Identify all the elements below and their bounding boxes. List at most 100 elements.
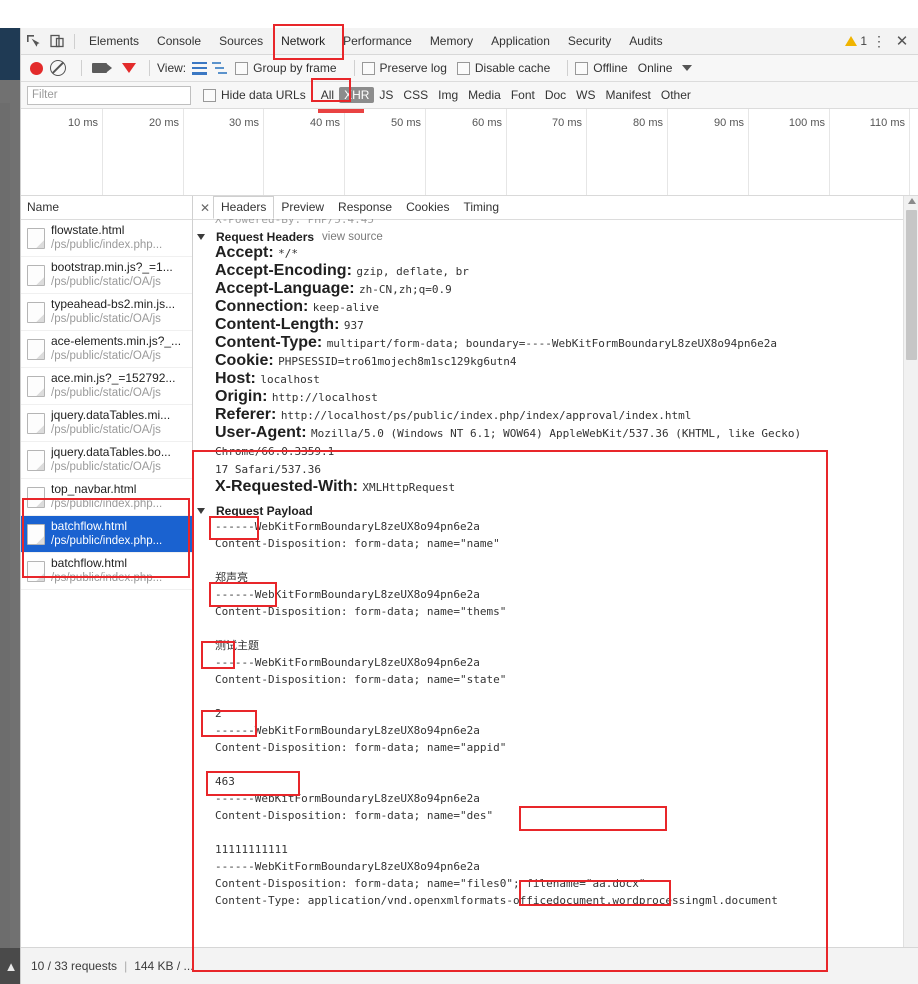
timeline-tick-label: 50 ms [391, 117, 421, 129]
filter-type-font[interactable]: Font [506, 88, 540, 102]
tab-headers[interactable]: Headers [213, 196, 275, 219]
tab-timing[interactable]: Timing [456, 197, 506, 218]
timeline-gridline [344, 109, 345, 195]
request-name: top_navbar.html [51, 482, 137, 497]
tab-security[interactable]: Security [559, 28, 620, 54]
tab-preview[interactable]: Preview [274, 197, 331, 218]
filter-type-all[interactable]: All [316, 88, 339, 102]
throttling-value[interactable]: Online [638, 61, 673, 75]
request-list-item[interactable]: ace.min.js?_=152792.../ps/public/static/… [21, 368, 192, 405]
filter-type-img[interactable]: Img [433, 88, 463, 102]
hide-data-urls-checkbox[interactable]: Hide data URLs [203, 88, 306, 102]
toolbar-divider [81, 60, 82, 76]
filter-type-js[interactable]: JS [374, 88, 398, 102]
request-list-item[interactable]: top_navbar.html/ps/public/index.php... [21, 479, 192, 516]
tab-sources[interactable]: Sources [210, 28, 272, 54]
payload-disposition-line: Content-Disposition: form-data; name="de… [215, 809, 494, 822]
offline-label: Offline [593, 61, 628, 75]
offline-checkbox[interactable]: Offline [575, 61, 628, 75]
timeline-gridline [263, 109, 264, 195]
funnel-icon[interactable] [122, 63, 136, 87]
scroll-to-top-button[interactable]: ▲ [0, 948, 22, 984]
payload-field-value: 郑声亮 [215, 571, 248, 584]
tab-memory[interactable]: Memory [421, 28, 482, 54]
timeline-tick-label: 40 ms [310, 117, 340, 129]
request-list-item[interactable]: flowstate.html/ps/public/index.php... [21, 220, 192, 257]
filter-type-media[interactable]: Media [463, 88, 506, 102]
filter-type-manifest[interactable]: Manifest [601, 88, 656, 102]
status-separator: | [124, 959, 128, 973]
tab-performance[interactable]: Performance [334, 28, 421, 54]
collapse-triangle-icon[interactable] [197, 234, 205, 240]
document-icon [27, 523, 45, 545]
list-view-icon[interactable] [192, 61, 208, 75]
collapse-triangle-icon[interactable] [197, 508, 205, 514]
filter-type-doc[interactable]: Doc [540, 88, 571, 102]
filter-type-other[interactable]: Other [656, 88, 696, 102]
request-list-item[interactable]: jquery.dataTables.bo.../ps/public/static… [21, 442, 192, 479]
tab-audits[interactable]: Audits [620, 28, 671, 54]
document-icon [27, 375, 45, 397]
search-input[interactable] [27, 85, 191, 105]
close-details-icon[interactable]: ✕ [197, 201, 213, 215]
inspect-element-icon[interactable] [21, 29, 45, 53]
request-list-item[interactable]: ace-elements.min.js?_.../ps/public/stati… [21, 331, 192, 368]
request-text: ace-elements.min.js?_.../ps/public/stati… [51, 334, 181, 363]
scroll-up-arrow-icon[interactable] [907, 198, 916, 204]
preserve-log-checkbox[interactable]: Preserve log [361, 61, 447, 75]
request-list-item[interactable]: batchflow.html/ps/public/index.php... [21, 516, 192, 553]
filter-type-ws[interactable]: WS [571, 88, 600, 102]
header-key: Host: [215, 370, 261, 387]
request-name: ace.min.js?_=152792... [51, 371, 176, 386]
header-row: Accept-Encoding: gzip, deflate, br [193, 262, 918, 280]
header-value: */* [278, 247, 298, 260]
request-list-item[interactable]: bootstrap.min.js?_=1.../ps/public/static… [21, 257, 192, 294]
chevron-down-icon[interactable] [682, 65, 693, 71]
network-overview-timeline[interactable]: 10 ms 20 ms 30 ms 40 ms 50 ms 60 ms 70 ms 80 ms… [21, 109, 918, 196]
filter-type-xhr[interactable]: XHR [339, 87, 375, 103]
payload-boundary-line: ------WebKitFormBoundaryL8zeUX8o94pn6e2a [215, 588, 480, 601]
header-row: Connection: keep-alive [193, 298, 918, 316]
request-list-item[interactable]: typeahead-bs2.min.js.../ps/public/static… [21, 294, 192, 331]
tab-cookies[interactable]: Cookies [399, 197, 456, 218]
request-payload-section-title[interactable]: Request Payload [193, 504, 918, 518]
screenshot-root: ▲ Elements Console Sources Network Perfo… [0, 0, 918, 984]
filter-type-css[interactable]: CSS [398, 88, 433, 102]
clear-icon[interactable] [50, 60, 66, 76]
request-path: /ps/public/static/OA/js [51, 461, 161, 474]
details-scrollbar[interactable] [903, 196, 918, 950]
request-list-item[interactable]: batchflow.html/ps/public/index.php... [21, 553, 192, 590]
record-button[interactable] [30, 61, 43, 75]
tab-console[interactable]: Console [148, 28, 210, 54]
column-header-name[interactable]: Name [21, 196, 192, 220]
group-by-frame-label: Group by frame [253, 61, 337, 75]
warning-counter[interactable]: 1 [845, 34, 867, 48]
close-icon[interactable]: ✕ [891, 32, 913, 50]
camera-icon[interactable] [92, 63, 112, 73]
device-toolbar-icon[interactable] [45, 29, 69, 53]
request-headers-section-title[interactable]: Request Headers view source [193, 230, 918, 244]
tab-application[interactable]: Application [482, 28, 559, 54]
tab-network[interactable]: Network [272, 28, 334, 54]
hide-data-urls-label: Hide data URLs [221, 88, 306, 102]
checkbox-box[interactable] [361, 61, 375, 75]
header-key: User-Agent: [215, 424, 312, 441]
request-name: batchflow.html [51, 519, 128, 534]
tab-elements[interactable]: Elements [80, 28, 148, 54]
checkbox-box[interactable] [456, 61, 470, 75]
request-path: /ps/public/static/OA/js [51, 350, 161, 363]
tab-response[interactable]: Response [331, 197, 399, 218]
payload-boundary-line: ------WebKitFormBoundaryL8zeUX8o94pn6e2a [215, 724, 480, 737]
checkbox-box[interactable] [235, 61, 249, 75]
kebab-menu-icon[interactable]: ⋮ [869, 33, 889, 50]
disable-cache-checkbox[interactable]: Disable cache [456, 61, 550, 75]
checkbox-box[interactable] [203, 88, 216, 102]
timeline-gridline [667, 109, 668, 195]
header-row: Origin: http://localhost [193, 388, 918, 406]
scrollbar-thumb[interactable] [906, 210, 917, 360]
request-list-item[interactable]: jquery.dataTables.mi.../ps/public/static… [21, 405, 192, 442]
view-source-link[interactable]: view source [322, 231, 383, 243]
checkbox-box[interactable] [575, 61, 589, 75]
waterfall-view-icon[interactable] [212, 61, 228, 75]
group-by-frame-checkbox[interactable]: Group by frame [235, 61, 337, 75]
